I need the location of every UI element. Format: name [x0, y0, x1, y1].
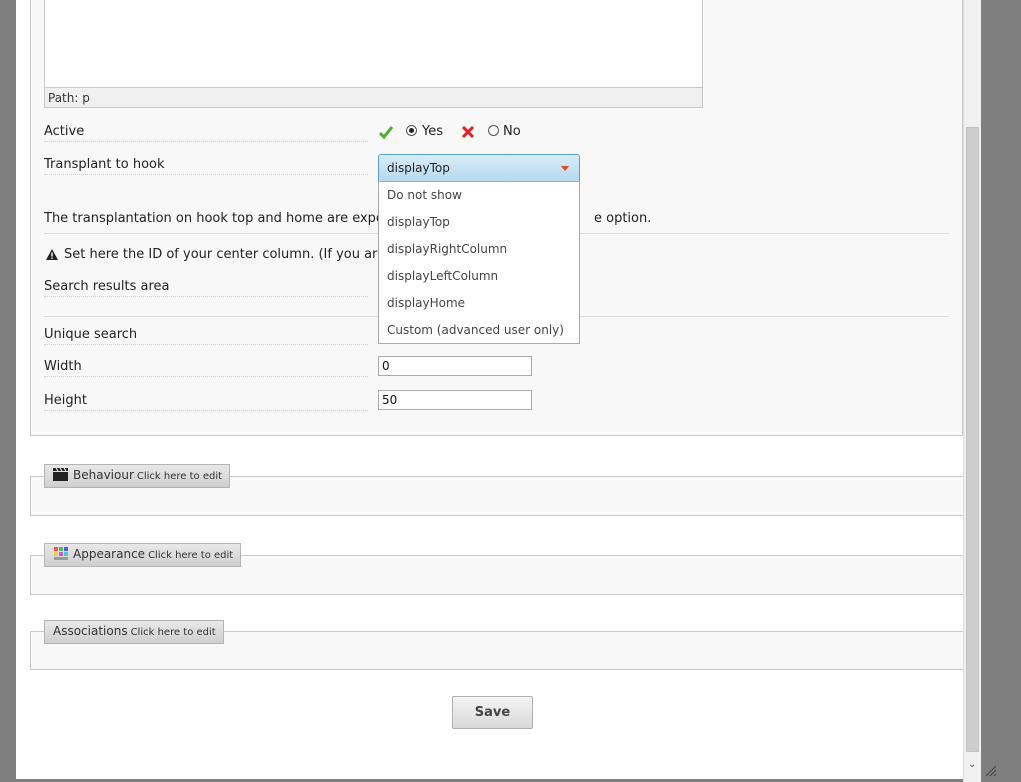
vertical-scrollbar[interactable]: ⌄: [963, 0, 981, 782]
behaviour-section-toggle[interactable]: Behaviour Click here to edit: [44, 464, 231, 488]
hook-option[interactable]: Do not show: [387, 188, 462, 202]
modal-overlay-left: [0, 0, 16, 782]
hook-label: Transplant to hook: [44, 157, 368, 175]
scroll-down-arrow-icon[interactable]: ⌄: [968, 759, 976, 770]
hook-info-text: The transplantation on hook top and home…: [44, 211, 427, 226]
associations-section-toggle[interactable]: Associations Click here to edit: [44, 620, 224, 644]
hook-option[interactable]: displayLeftColumn: [387, 269, 498, 283]
appearance-section-toggle[interactable]: Appearance Click here to edit: [44, 543, 242, 567]
hook-option[interactable]: displayRightColumn: [387, 242, 507, 256]
editor-path-bar: Path: p: [45, 87, 702, 107]
hook-option[interactable]: displayHome: [387, 296, 465, 310]
cross-icon: [461, 125, 475, 139]
appearance-hint: Click here to edit: [148, 550, 234, 561]
scrollbar-thumb[interactable]: [966, 127, 979, 752]
hook-select[interactable]: displayTop: [378, 154, 580, 182]
warning-icon: [46, 249, 58, 260]
active-yes-label[interactable]: Yes: [422, 124, 443, 139]
color-palette-icon: [54, 547, 68, 560]
check-icon: [378, 126, 394, 140]
unique-search-label: Unique search: [44, 327, 368, 345]
appearance-title: Appearance: [73, 547, 146, 561]
associations-title: Associations: [53, 624, 128, 638]
modal-overlay-right: [981, 0, 1021, 782]
search-results-area-label: Search results area: [44, 279, 368, 297]
hook-option[interactable]: Custom (advanced user only): [387, 323, 564, 337]
width-label: Width: [44, 359, 368, 377]
behaviour-title: Behaviour: [73, 468, 134, 482]
active-yes-radio[interactable]: [406, 125, 417, 136]
hook-info-text-end: e option.: [594, 211, 652, 226]
active-no-label[interactable]: No: [503, 124, 521, 139]
hook-select-value: displayTop: [387, 161, 450, 175]
save-button[interactable]: Save: [452, 696, 533, 729]
height-input[interactable]: [378, 390, 532, 410]
behaviour-hint: Click here to edit: [136, 471, 223, 482]
hook-dropdown-list: Do not show displayTop displayRightColum…: [378, 181, 580, 344]
resize-grip-icon[interactable]: [983, 763, 997, 777]
active-no-radio[interactable]: [488, 125, 499, 136]
chevron-down-icon: [561, 166, 569, 171]
associations-hint: Click here to edit: [130, 627, 216, 638]
height-label: Height: [44, 393, 368, 411]
hook-option[interactable]: displayTop: [387, 215, 450, 229]
clapperboard-icon: [53, 468, 68, 481]
width-input[interactable]: [378, 356, 532, 376]
rich-text-editor[interactable]: Path: p: [44, 0, 703, 108]
active-label: Active: [44, 124, 368, 142]
center-column-note: Set here the ID of your center column. (…: [64, 247, 422, 262]
